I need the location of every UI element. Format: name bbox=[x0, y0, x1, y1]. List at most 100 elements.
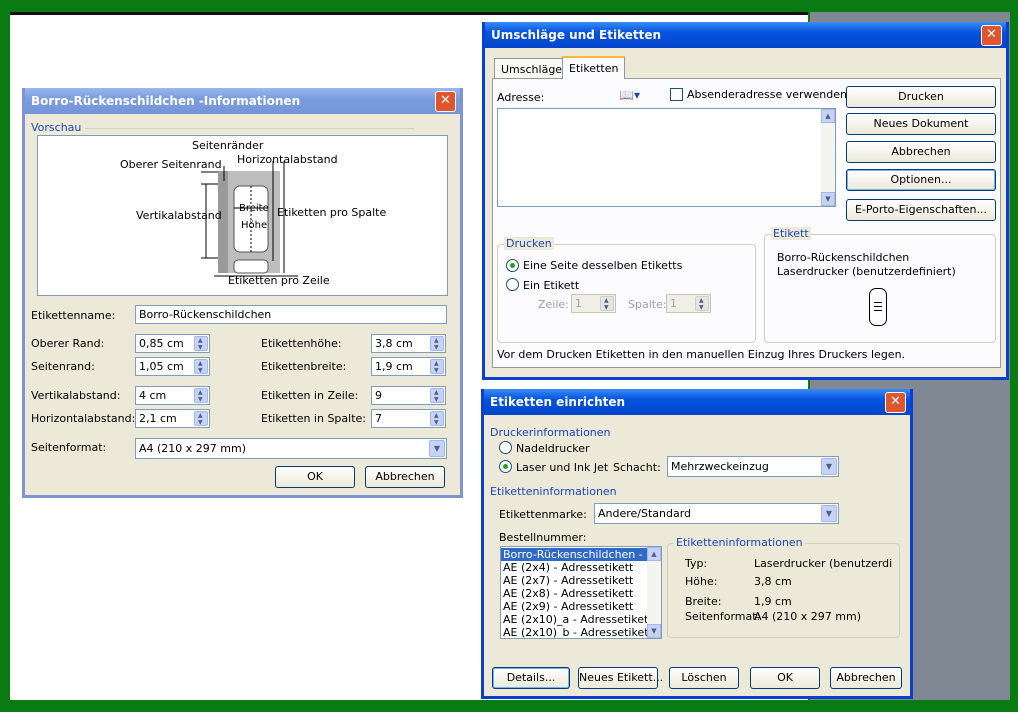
list-item[interactable]: AE (2x4) - Adressetikett bbox=[501, 561, 661, 574]
abbrechen-button[interactable]: Abbrechen bbox=[846, 141, 996, 163]
eine-seite-label: Eine Seite desselben Etiketts bbox=[523, 259, 683, 272]
spinner-arrows-icon[interactable]: ▲ ▼ bbox=[430, 388, 444, 403]
schacht-select[interactable]: Mehrzweckeinzug ▼ bbox=[667, 456, 839, 477]
close-icon[interactable]: ✕ bbox=[435, 91, 456, 112]
etikett-group-caption: Etikett bbox=[771, 227, 811, 240]
diagram-vertikalabstand: Vertikalabstand bbox=[136, 209, 222, 222]
etikettenhoehe-value: 3,8 cm bbox=[375, 337, 413, 350]
horizontalabstand-label: Horizontalabstand: bbox=[31, 412, 136, 425]
seitenrand-spinner[interactable]: 1,05 cm ▲ ▼ bbox=[135, 357, 210, 376]
bestell-label: Bestellnummer: bbox=[499, 531, 587, 544]
umschlaege-titlebar[interactable]: Umschläge und Etiketten bbox=[485, 22, 1006, 48]
label-preview-icon[interactable] bbox=[869, 288, 887, 326]
spinner-arrows-icon: ▲ ▼ bbox=[695, 296, 709, 311]
borro-dialog: Borro-Rückenschildchen -Informationen ✕ … bbox=[22, 88, 463, 498]
optionen-button[interactable]: Optionen... bbox=[846, 169, 996, 191]
schacht-value: Mehrzweckeinzug bbox=[671, 460, 769, 473]
close-icon[interactable]: ✕ bbox=[885, 392, 906, 413]
list-item[interactable]: AE (2x9) - Adressetikett bbox=[501, 600, 661, 613]
seitenformat-value: A4 (210 x 297 mm) bbox=[139, 442, 247, 455]
bestell-listbox[interactable]: Borro-Rückenschildchen - Ben AE (2x4) - … bbox=[500, 546, 662, 639]
adresse-scrollbar[interactable]: ▲ ▼ bbox=[821, 109, 835, 206]
marke-select[interactable]: Andere/Standard ▼ bbox=[594, 503, 839, 524]
etikettenname-label: Etikettenname: bbox=[31, 309, 116, 322]
etikettenbreite-label: Etikettenbreite: bbox=[261, 360, 347, 373]
abbrechen-button[interactable]: Abbrechen bbox=[830, 667, 902, 689]
spalte-spinner: 1 ▲ ▼ bbox=[666, 294, 711, 313]
einrichten-titlebar[interactable]: Etiketten einrichten bbox=[484, 389, 910, 415]
chevron-down-icon[interactable]: ▼ bbox=[821, 505, 837, 522]
etikett-name[interactable]: Borro-Rückenschildchen bbox=[777, 251, 909, 264]
bestell-scrollbar[interactable]: ▲ ▼ bbox=[647, 547, 661, 638]
diagram-horizontalabstand: Horizontalabstand bbox=[237, 153, 338, 166]
tab-umschlaege[interactable]: Umschläge bbox=[494, 58, 570, 79]
neues-etikett-button[interactable]: Neues Etikett... bbox=[578, 667, 663, 689]
tab-etiketten[interactable]: Etiketten bbox=[562, 56, 626, 79]
address-book-icon[interactable]: 📖▾ bbox=[619, 88, 640, 102]
spinner-arrows-icon[interactable]: ▲ ▼ bbox=[194, 359, 208, 374]
scroll-up-icon[interactable]: ▲ bbox=[647, 547, 661, 561]
ein-etikett-radio[interactable] bbox=[506, 278, 519, 291]
etiketten-zeile-value: 9 bbox=[375, 389, 382, 402]
scroll-down-icon[interactable]: ▼ bbox=[821, 192, 835, 206]
adresse-textarea[interactable]: ▲ ▼ bbox=[497, 108, 836, 207]
details-button[interactable]: Details... bbox=[492, 667, 570, 689]
absender-checkbox[interactable] bbox=[670, 88, 683, 101]
seitenformat-select[interactable]: A4 (210 x 297 mm) ▼ bbox=[135, 438, 447, 459]
spinner-arrows-icon[interactable]: ▲ ▼ bbox=[430, 336, 444, 351]
horizontalabstand-spinner[interactable]: 2,1 cm ▲ ▼ bbox=[135, 409, 210, 428]
e-porto-button[interactable]: E-Porto-Eigenschaften... bbox=[846, 199, 996, 221]
scroll-down-icon[interactable]: ▼ bbox=[647, 624, 661, 638]
ein-etikett-label: Ein Etikett bbox=[523, 279, 580, 292]
list-item[interactable]: AE (2x10)_a - Adressetikett bbox=[501, 613, 661, 626]
list-item[interactable]: AE (2x7) - Adressetikett bbox=[501, 574, 661, 587]
oberer-rand-spinner[interactable]: 0,85 cm ▲ ▼ bbox=[135, 334, 210, 353]
etiketten-spalte-spinner[interactable]: 7 ▲ ▼ bbox=[371, 409, 446, 428]
etikettenname-input[interactable]: Borro-Rückenschildchen bbox=[135, 305, 447, 324]
list-item[interactable]: AE (2x8) - Adressetikett bbox=[501, 587, 661, 600]
etikett-type[interactable]: Laserdrucker (benutzerdefiniert) bbox=[777, 265, 956, 278]
spinner-arrows-icon: ▲ ▼ bbox=[600, 296, 614, 311]
seitenformat-label: Seitenformat: bbox=[31, 441, 107, 454]
spinner-arrows-icon[interactable]: ▲ ▼ bbox=[194, 411, 208, 426]
zeile-label: Zeile: bbox=[538, 298, 569, 311]
label-shape-2 bbox=[233, 259, 269, 274]
borro-titlebar[interactable]: Borro-Rückenschildchen -Informationen bbox=[25, 88, 460, 114]
tab-etiketten-label: Etiketten bbox=[569, 62, 619, 75]
spinner-arrows-icon[interactable]: ▲ ▼ bbox=[194, 388, 208, 403]
chevron-down-icon[interactable]: ▼ bbox=[821, 458, 837, 475]
neues-dokument-button[interactable]: Neues Dokument bbox=[846, 113, 996, 135]
seitenformat-info-value: A4 (210 x 297 mm) bbox=[754, 610, 862, 623]
ok-button[interactable]: OK bbox=[750, 667, 820, 689]
list-item[interactable]: AE (2x10)_b - Adressetikett bbox=[501, 626, 661, 638]
horizontalabstand-value: 2,1 cm bbox=[139, 412, 177, 425]
typ-label: Typ: bbox=[685, 557, 708, 570]
list-item[interactable]: Borro-Rückenschildchen - Ben bbox=[501, 548, 661, 561]
etiketten-spalte-value: 7 bbox=[375, 412, 382, 425]
drucken-button[interactable]: Drucken bbox=[846, 86, 996, 108]
vertikalabstand-spinner[interactable]: 4 cm ▲ ▼ bbox=[135, 386, 210, 405]
spinner-arrows-icon[interactable]: ▲ ▼ bbox=[430, 359, 444, 374]
spinner-arrows-icon[interactable]: ▲ ▼ bbox=[194, 336, 208, 351]
druckerinfo-label: Druckerinformationen bbox=[490, 426, 611, 439]
eine-seite-radio[interactable] bbox=[506, 259, 519, 272]
diagram-pro-zeile: Etiketten pro Zeile bbox=[228, 274, 330, 287]
etiketten-zeile-spinner[interactable]: 9 ▲ ▼ bbox=[371, 386, 446, 405]
etikettenbreite-value: 1,9 cm bbox=[375, 360, 413, 373]
scroll-up-icon[interactable]: ▲ bbox=[821, 109, 835, 123]
chevron-down-icon[interactable]: ▼ bbox=[429, 440, 445, 457]
laser-radio[interactable] bbox=[499, 460, 512, 473]
cancel-button[interactable]: Abbrechen bbox=[365, 466, 445, 488]
nadeldrucker-radio[interactable] bbox=[499, 441, 512, 454]
nadeldrucker-label: Nadeldrucker bbox=[516, 442, 590, 455]
absender-label: Absenderadresse verwenden bbox=[687, 88, 848, 101]
etikettenbreite-spinner[interactable]: 1,9 cm ▲ ▼ bbox=[371, 357, 446, 376]
label-preview: Seitenränder Oberer Seitenrand Horizonta… bbox=[37, 135, 448, 296]
ok-button[interactable]: OK bbox=[275, 466, 355, 488]
adresse-label: Adresse: bbox=[497, 91, 545, 104]
spinner-arrows-icon[interactable]: ▲ ▼ bbox=[430, 411, 444, 426]
borro-title: Borro-Rückenschildchen -Informationen bbox=[31, 94, 301, 108]
loeschen-button[interactable]: Löschen bbox=[669, 667, 739, 689]
close-icon[interactable]: ✕ bbox=[981, 25, 1002, 46]
etikettenhoehe-spinner[interactable]: 3,8 cm ▲ ▼ bbox=[371, 334, 446, 353]
